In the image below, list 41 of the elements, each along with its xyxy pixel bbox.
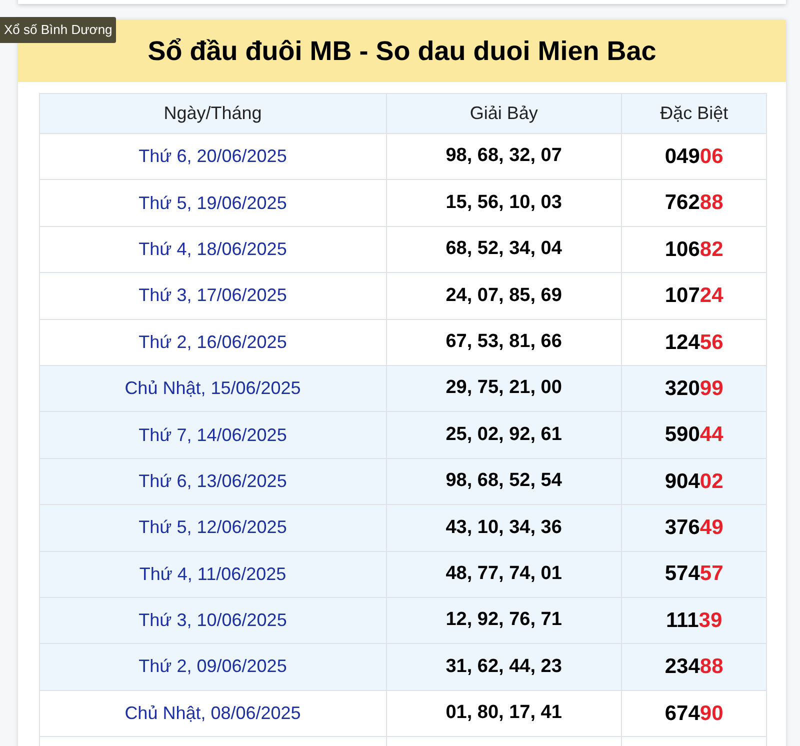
special-number: 10724 [664,283,724,310]
prize-numbers: 25, 02, 92, 61 [446,422,562,447]
date-link[interactable]: Thứ 4, 11/06/2025 [139,560,286,588]
prize-numbers: 31, 62, 44, 23 [446,654,562,679]
prize-numbers: 98, 68, 32, 07 [446,144,562,168]
date-link[interactable]: Chủ Nhật, 15/06/2025 [124,375,301,402]
date-link[interactable]: Thứ 6, 13/06/2025 [138,468,287,495]
special-number: 67490 [664,700,724,727]
prize-numbers: 01, 80, 17, 41 [446,701,562,726]
special-number: 32099 [664,376,724,402]
prize-numbers: 43, 10, 34, 36 [446,516,562,540]
date-link[interactable]: Thứ 2, 16/06/2025 [138,328,287,356]
prize-numbers: 67, 53, 81, 66 [446,330,562,354]
date-link[interactable]: Thứ 5, 19/06/2025 [138,190,287,217]
special-number: 59044 [664,422,724,448]
prize-numbers: 48, 77, 74, 01 [446,562,562,586]
page-title: Sổ đầu đuôi MB - So dau duoi Mien Bac [148,34,656,68]
date-link[interactable]: Thứ 6, 20/06/2025 [138,143,287,170]
date-link[interactable]: Thứ 2, 09/06/2025 [138,653,287,680]
date-link[interactable]: Thứ 5, 12/06/2025 [138,514,287,542]
special-number: 57457 [664,561,724,588]
special-number: 37649 [664,515,724,542]
prize-numbers: 29, 75, 21, 00 [446,376,562,400]
date-link[interactable]: Thứ 4, 18/06/2025 [138,236,287,263]
special-number: 90402 [664,468,724,495]
special-number: 76288 [664,190,724,216]
special-number: 23488 [664,654,724,680]
special-number: 04906 [664,144,724,170]
date-link[interactable]: Thứ 3, 10/06/2025 [138,607,287,634]
special-number: 11139 [666,608,722,634]
prize-numbers: 15, 56, 10, 03 [446,190,562,215]
date-link[interactable]: Thứ 3, 17/06/2025 [138,282,287,310]
tooltip: Xổ số Bình Dương [0,17,116,42]
date-link[interactable]: Thứ 7, 14/06/2025 [138,422,287,449]
prize-numbers: 24, 07, 85, 69 [446,284,562,308]
prize-numbers: 68, 52, 34, 04 [446,237,562,262]
prize-numbers: 98, 68, 52, 54 [446,469,562,494]
prize-numbers: 12, 92, 76, 71 [446,608,562,632]
special-number: 12456 [664,330,724,356]
special-number: 10682 [664,236,724,263]
date-link[interactable]: Chủ Nhật, 08/06/2025 [124,700,301,727]
